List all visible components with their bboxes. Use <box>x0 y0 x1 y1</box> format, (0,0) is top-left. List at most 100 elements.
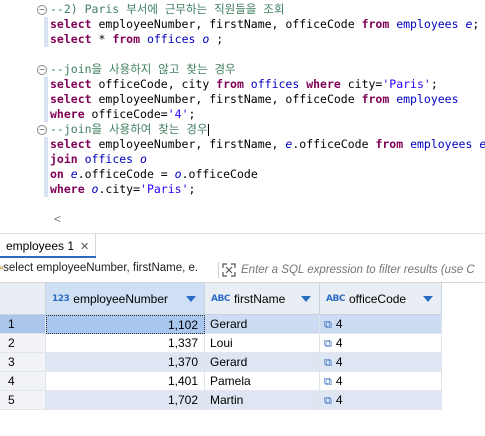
code-token: where <box>50 107 92 121</box>
code-token: o <box>140 152 147 166</box>
sort-arrow-icon[interactable] <box>301 296 311 302</box>
external-link-icon[interactable]: ⧉ <box>324 338 332 350</box>
code-line[interactable] <box>0 47 485 62</box>
cell-firstname[interactable]: Loui <box>205 334 320 353</box>
cell-officecode[interactable]: ⧉ 4 <box>320 372 442 391</box>
code-line[interactable]: select employeeNumber, firstName, e .offi… <box>0 137 485 152</box>
sql-editor[interactable]: − --2) Paris 부서에 근무하는 직원들을 조회 select emplo… <box>0 0 485 230</box>
code-line[interactable]: select employeeNumber, firstName, office… <box>0 92 485 107</box>
cell-employeenumber[interactable]: 1,370 <box>46 353 205 372</box>
code-token: .city= <box>98 182 141 196</box>
code-token: '4' <box>167 107 189 121</box>
cell-employeenumber[interactable]: 1,102 <box>46 315 205 334</box>
code-line[interactable]: where o.city='Paris'; <box>0 182 485 197</box>
results-grid[interactable]: 123 employeeNumber ABC firstName ABC off… <box>0 283 485 436</box>
code-token: from <box>112 32 147 46</box>
code-text: where o.city='Paris'; <box>50 182 195 197</box>
code-line[interactable]: select employeeNumber, firstName, office… <box>0 17 485 32</box>
code-line[interactable]: − --join을 사용하여 찾는 경우 <box>0 122 485 137</box>
text-type-icon: ABC <box>211 293 230 304</box>
row-number[interactable]: 1 <box>0 315 46 334</box>
code-text: join offices o <box>50 152 147 167</box>
column-label: officeCode <box>348 291 407 306</box>
row-number[interactable]: 4 <box>0 372 46 391</box>
code-token: ; <box>472 17 480 31</box>
code-token: employeeNumber, firstName, officeCode <box>98 92 362 106</box>
external-link-icon[interactable]: ⧉ <box>324 357 332 369</box>
code-token: ; <box>188 107 196 121</box>
row-number[interactable]: 3 <box>0 353 46 372</box>
code-token: join <box>50 152 85 166</box>
code-line[interactable]: select * from offices o ; <box>0 32 485 47</box>
code-token: where <box>306 77 348 91</box>
sort-arrow-icon[interactable] <box>423 296 433 302</box>
cell-officecode[interactable]: ⧉ 4 <box>320 334 442 353</box>
cell-value: 4 <box>335 336 343 350</box>
editor-horizontal-scrollbar[interactable]: < <box>40 212 485 226</box>
filter-bar: ⬞select employeeNumber, firstName, e. <box>0 258 485 283</box>
code-text: where officeCode='4'; <box>50 107 195 122</box>
column-label: firstName <box>233 291 286 306</box>
query-text[interactable]: ⬞select employeeNumber, firstName, e. <box>0 262 218 278</box>
cell-firstname[interactable]: Pamela <box>205 372 320 391</box>
code-line[interactable]: − --join을 사용하지 않고 찾는 경우 <box>0 62 485 77</box>
code-token: on <box>50 167 71 181</box>
code-token: employees <box>396 92 459 106</box>
fold-toggle-icon[interactable]: − <box>37 125 47 135</box>
table-row[interactable]: 5 1,702 Martin ⧉ 4 <box>0 391 485 410</box>
close-icon[interactable]: ✕ <box>80 240 89 253</box>
code-token: from <box>375 137 411 151</box>
code-text: select employeeNumber, firstName, office… <box>50 17 479 32</box>
code-token: 'Paris' <box>140 182 189 196</box>
cell-employeenumber[interactable]: 1,337 <box>46 334 205 353</box>
scroll-left-icon[interactable]: < <box>54 212 61 226</box>
code-token: select <box>50 17 99 31</box>
cell-officecode[interactable]: ⧉ 4 <box>320 391 442 410</box>
column-header-firstname[interactable]: ABC firstName <box>205 283 320 315</box>
cell-firstname[interactable]: Martin <box>205 391 320 410</box>
code-token: officeCode, city <box>98 77 217 91</box>
code-token: employees <box>396 17 466 31</box>
code-token: ; <box>188 182 196 196</box>
code-token: o <box>174 167 182 181</box>
fold-toggle-icon[interactable]: − <box>37 5 47 15</box>
code-token: e <box>479 137 485 151</box>
expand-filter-icon[interactable] <box>222 263 236 277</box>
cell-officecode[interactable]: ⧉ 4 <box>320 315 442 334</box>
fold-toggle-icon[interactable]: − <box>37 65 47 75</box>
sort-arrow-icon[interactable] <box>186 296 196 302</box>
column-header-employeenumber[interactable]: 123 employeeNumber <box>46 283 205 315</box>
external-link-icon[interactable]: ⧉ <box>324 376 332 388</box>
code-text: --join을 사용하지 않고 찾는 경우 <box>50 62 236 77</box>
row-number[interactable]: 5 <box>0 391 46 410</box>
code-line[interactable]: join offices o <box>0 152 485 167</box>
table-row[interactable]: 2 1,337 Loui ⧉ 4 <box>0 334 485 353</box>
cell-employeenumber[interactable]: 1,401 <box>46 372 205 391</box>
table-row[interactable]: 4 1,401 Pamela ⧉ 4 <box>0 372 485 391</box>
code-area[interactable]: − --2) Paris 부서에 근무하는 직원들을 조회 select emplo… <box>0 2 485 197</box>
code-line[interactable]: select officeCode, city from offices whe… <box>0 77 485 92</box>
code-line[interactable]: − --2) Paris 부서에 근무하는 직원들을 조회 <box>0 2 485 17</box>
tab-employees-1[interactable]: employees 1 ✕ <box>0 234 97 258</box>
cell-firstname[interactable]: Gerard <box>205 353 320 372</box>
table-row[interactable]: 1 1,102 Gerard ⧉ 4 <box>0 315 485 334</box>
row-number[interactable]: 2 <box>0 334 46 353</box>
code-token: 'Paris' <box>382 77 431 91</box>
code-text: select officeCode, city from offices whe… <box>50 77 438 92</box>
text-cursor <box>207 123 209 136</box>
code-token: where <box>50 182 92 196</box>
cell-officecode[interactable]: ⧉ 4 <box>320 353 442 372</box>
table-row[interactable]: 3 1,370 Gerard ⧉ 4 <box>0 353 485 372</box>
external-link-icon[interactable]: ⧉ <box>324 319 332 331</box>
code-token: .officeCode <box>181 167 258 181</box>
code-text: select * from offices o ; <box>50 32 223 47</box>
cell-employeenumber[interactable]: 1,702 <box>46 391 205 410</box>
row-number-header[interactable] <box>0 283 46 315</box>
code-token: --join을 사용하지 않고 찾는 경우 <box>50 62 236 76</box>
column-header-officecode[interactable]: ABC officeCode <box>320 283 442 315</box>
code-line[interactable]: where officeCode='4'; <box>0 107 485 122</box>
external-link-icon[interactable]: ⧉ <box>324 395 332 407</box>
code-line[interactable]: on e.officeCode = o.officeCode <box>0 167 485 182</box>
filter-expression-input[interactable] <box>241 262 485 278</box>
cell-firstname[interactable]: Gerard <box>205 315 320 334</box>
